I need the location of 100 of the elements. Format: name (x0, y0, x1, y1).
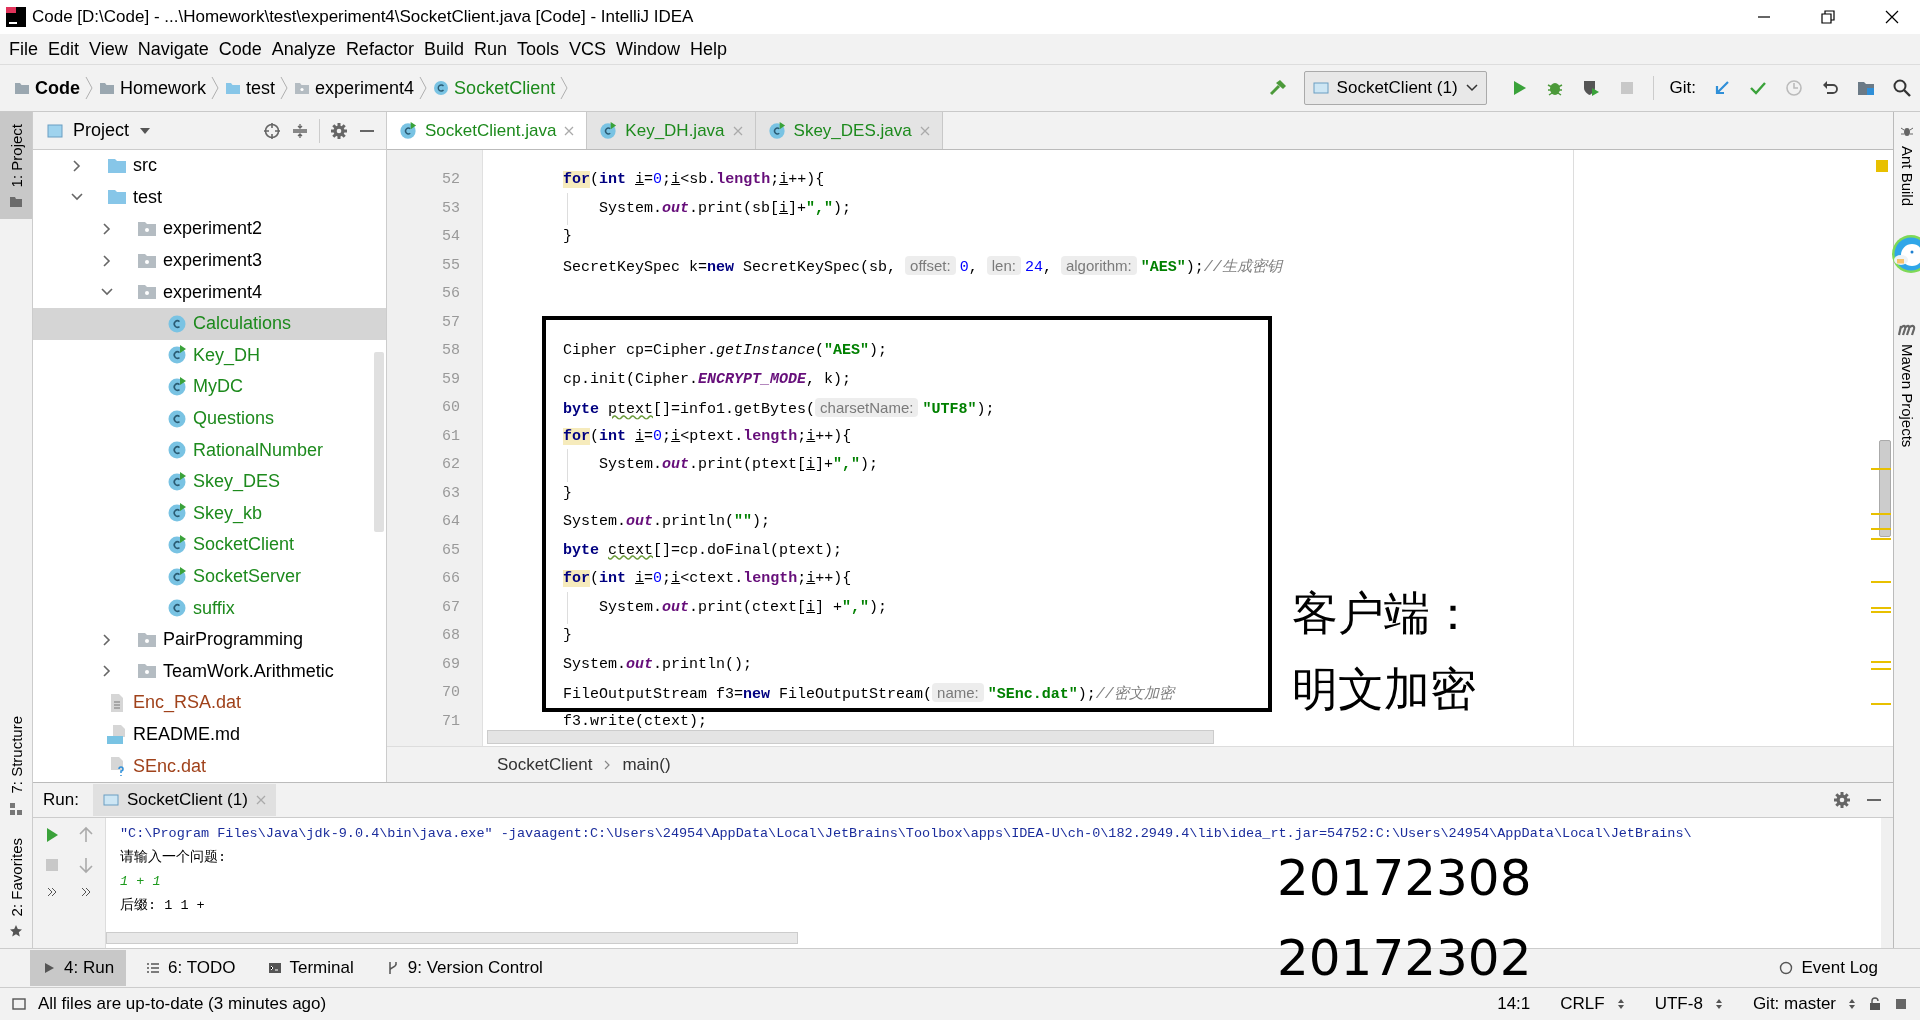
cursor-position[interactable]: 14:1 (1497, 994, 1531, 1014)
run-tab[interactable]: SocketClient (1) (92, 784, 276, 816)
window-icon[interactable] (12, 997, 26, 1011)
breadcrumb-item[interactable]: Homework (120, 77, 207, 99)
tool-window-button[interactable]: 6: TODO (134, 950, 248, 986)
line-number: 52 (441, 170, 461, 190)
tree-item[interactable]: src (33, 150, 386, 182)
menu-item[interactable]: View (84, 36, 133, 62)
breadcrumb-item[interactable]: SocketClient (497, 754, 593, 775)
tree-item[interactable]: experiment3 (33, 244, 386, 277)
tree-item[interactable]: SEnc.dat (33, 750, 386, 782)
menu-item[interactable]: Analyze (266, 36, 341, 62)
menu-item[interactable]: VCS (564, 36, 611, 62)
package-icon (137, 219, 157, 239)
vertical-scrollbar[interactable] (1881, 818, 1893, 948)
breadcrumb-item[interactable]: SocketClient (454, 77, 556, 99)
tree-item[interactable]: experiment2 (33, 213, 386, 245)
breadcrumb-item[interactable]: Code (35, 77, 80, 99)
folder-icon (99, 80, 115, 96)
lock-icon[interactable] (1868, 997, 1882, 1011)
folder-icon (225, 80, 242, 96)
horizontal-scrollbar[interactable] (487, 730, 1214, 744)
git-branch-selector[interactable]: Git: master (1752, 994, 1836, 1014)
editor-tab[interactable]: SocketClient.java (387, 112, 588, 149)
chevron-icon (419, 76, 428, 100)
menu-item[interactable]: Build (418, 36, 469, 62)
tree-item[interactable]: SocketServer (33, 560, 386, 593)
tree-item[interactable]: Enc_RSA.dat (33, 687, 386, 719)
code-line: System.out.print(ptext[i]+","); (599, 456, 879, 473)
menu-item[interactable]: Tools (511, 36, 564, 62)
class-icon (433, 80, 450, 96)
tree-item[interactable]: SocketClient (33, 529, 386, 561)
tree-item[interactable]: TeamWork.Arithmetic (33, 655, 386, 688)
breadcrumb-item[interactable]: main() (622, 754, 671, 775)
line-number: 68 (441, 626, 461, 646)
collapse-icon[interactable] (291, 121, 309, 140)
code-line: for(int i=0;i<sb.length;i++){ (563, 171, 825, 188)
tree-item[interactable]: RationalNumber (33, 434, 386, 466)
tree-item[interactable]: Skey_DES (33, 465, 386, 498)
tree-item[interactable]: suffix (33, 592, 386, 624)
tree-item[interactable]: README.md (33, 718, 386, 751)
editor-tab[interactable]: Key_DH.java (587, 112, 756, 149)
editor-tab[interactable]: Skey_DES.java (755, 112, 943, 149)
line-number: 60 (441, 398, 461, 418)
double-chevron-icon[interactable] (80, 886, 92, 898)
package-icon (294, 80, 311, 96)
tree-item[interactable]: PairProgramming (33, 623, 386, 656)
folder-icon (9, 195, 23, 210)
menu-item[interactable]: Edit (43, 36, 85, 62)
tree-item[interactable]: test (33, 181, 386, 214)
tree-item[interactable]: Questions (33, 402, 386, 435)
scrollbar-thumb[interactable] (1879, 440, 1891, 537)
code-line: byte ptext[]=info1.getBytes( charsetName: "UTF8"); (563, 401, 995, 418)
class-icon (767, 121, 786, 140)
menu-item[interactable]: Code (213, 36, 267, 62)
tool-window-button[interactable]: 1: Project (0, 112, 32, 220)
menu-item[interactable]: Navigate (132, 36, 214, 62)
menu-item[interactable]: Run (468, 36, 512, 62)
restore-icon[interactable] (1818, 7, 1838, 27)
menu-item[interactable]: Help (685, 36, 733, 62)
tool-window-button[interactable]: Terminal (255, 950, 366, 986)
gear-icon[interactable] (330, 121, 348, 140)
tree-item[interactable]: Key_DH (33, 339, 386, 372)
run-icon (42, 961, 56, 975)
tool-window-button[interactable]: 9: Version Control (373, 950, 555, 986)
status-message: All files are up-to-date (3 minutes ago) (38, 994, 327, 1014)
panel-title[interactable]: Project (73, 120, 130, 141)
tree-item[interactable]: MyDC (33, 371, 386, 403)
tree-item[interactable]: Skey_kb (33, 497, 386, 530)
maven-icon[interactable] (1897, 322, 1917, 337)
tool-window-button[interactable]: 2: Favorites (0, 825, 32, 948)
event-log-button[interactable]: Event Log (1767, 950, 1890, 986)
runnable-class-icon (167, 534, 187, 555)
scrollbar-thumb[interactable] (374, 352, 384, 532)
annotation-text: 20172302 (1277, 928, 1532, 989)
tool-window-button[interactable]: 7: Structure (0, 704, 32, 826)
gear-icon[interactable] (1833, 791, 1851, 809)
menu-item[interactable]: Window (611, 36, 686, 62)
search-icon[interactable] (1892, 78, 1912, 98)
horizontal-scrollbar[interactable] (106, 932, 798, 944)
tool-window-button[interactable]: Ant Build (1898, 146, 1916, 207)
menu-item[interactable]: Refactor (340, 36, 419, 62)
encoding-selector[interactable]: UTF-8 (1654, 994, 1703, 1014)
tool-window-button[interactable]: Maven Projects (1898, 344, 1916, 448)
tree-item[interactable]: experiment4 (33, 276, 386, 308)
updown-icon (1848, 998, 1856, 1010)
updown-icon (1714, 998, 1723, 1010)
line-separator-selector[interactable]: CRLF (1560, 994, 1605, 1014)
breadcrumb-item[interactable]: experiment4 (315, 77, 415, 99)
dropdown-caret-icon[interactable] (139, 126, 152, 135)
hammer-icon[interactable] (1267, 78, 1288, 98)
crosshair-icon[interactable] (263, 121, 281, 140)
double-chevron-icon[interactable] (46, 886, 58, 898)
code-line: byte ctext[]=cp.doFinal(ptext); (563, 541, 843, 559)
tool-window-button[interactable]: 4: Run (30, 950, 127, 986)
breadcrumb-item[interactable]: test (246, 77, 276, 99)
line-number: 65 (441, 540, 461, 561)
run-config-dropdown[interactable]: SocketClient (1) (1303, 71, 1487, 105)
menu-item[interactable]: File (4, 36, 43, 62)
runnable-class-icon (167, 566, 187, 587)
